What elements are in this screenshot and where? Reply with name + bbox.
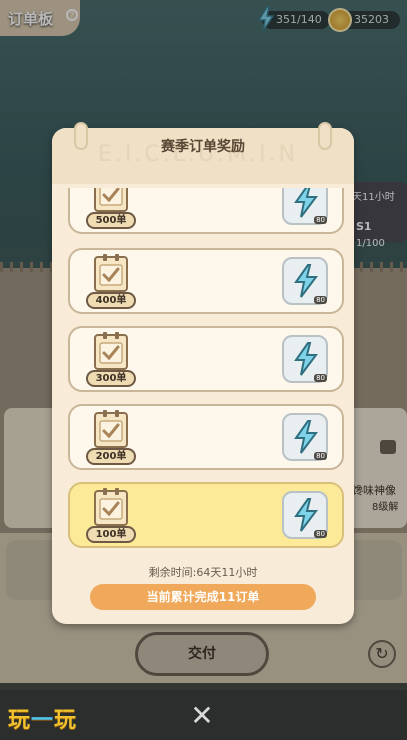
remaining-time: 剩余时间:64天11小时 — [148, 566, 258, 579]
close-icon[interactable]: ✕ — [186, 700, 218, 732]
reward-quantity: 80 — [314, 374, 327, 382]
order-progress-bar: 当前累计完成11订单 — [90, 584, 316, 610]
order-count-badge: 500单 — [86, 212, 136, 229]
order-checklist-icon — [94, 332, 128, 370]
energy-reward[interactable]: 80 — [282, 491, 328, 539]
energy-bolt-icon — [294, 498, 318, 532]
reward-quantity: 80 — [314, 216, 327, 224]
order-count-badge: 400单 — [86, 292, 136, 309]
brand-logo: 玩一玩 — [8, 708, 78, 733]
energy-bolt-icon — [294, 264, 318, 298]
energy-bolt-icon — [294, 420, 318, 454]
order-checklist-icon — [94, 254, 128, 292]
reward-row: 500单 80 — [68, 188, 344, 234]
reward-row: 200单 80 — [68, 404, 344, 470]
order-checklist-icon — [94, 410, 128, 448]
energy-bolt-icon — [294, 342, 318, 376]
order-checklist-icon — [94, 188, 128, 212]
energy-reward[interactable]: 80 — [282, 188, 328, 225]
reward-row: 100单 80 — [68, 482, 344, 548]
modal-title: 赛季订单奖励 — [161, 139, 245, 155]
reward-quantity: 80 — [314, 530, 327, 538]
reward-row: 400单 80 — [68, 248, 344, 314]
reward-list[interactable]: 500单 80 400单 80 300单 80 200单 80 100单 80 — [68, 188, 344, 558]
energy-reward[interactable]: 80 — [282, 413, 328, 461]
energy-reward[interactable]: 80 — [282, 335, 328, 383]
reward-row: 300单 80 — [68, 326, 344, 392]
order-checklist-icon — [94, 488, 128, 526]
reward-quantity: 80 — [314, 296, 327, 304]
order-count-badge: 300单 — [86, 370, 136, 387]
energy-reward[interactable]: 80 — [282, 257, 328, 305]
energy-bolt-icon — [294, 188, 318, 218]
order-count-badge: 100单 — [86, 526, 136, 543]
season-reward-modal: E.I.C.L.U.M.I.N 赛季订单奖励 500单 80 400单 80 300单 8… — [52, 122, 354, 624]
reward-quantity: 80 — [314, 452, 327, 460]
order-count-badge: 200单 — [86, 448, 136, 465]
